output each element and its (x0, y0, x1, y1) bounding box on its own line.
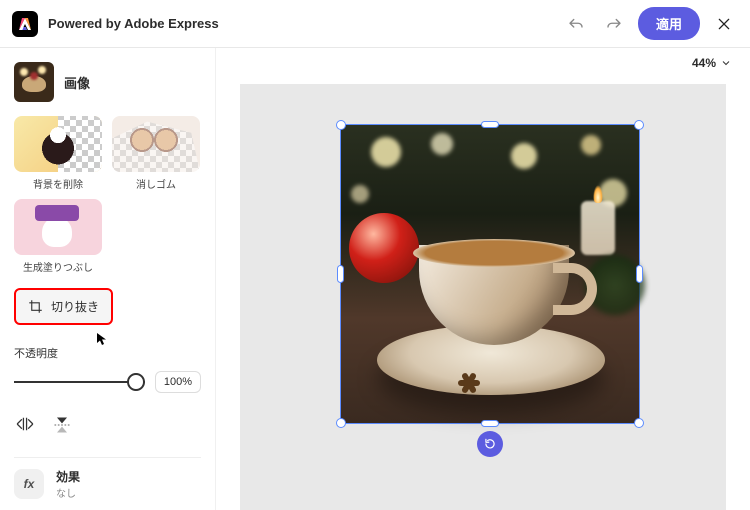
flip-vertical-icon[interactable] (52, 415, 72, 435)
tool-generative-fill[interactable]: 生成塗りつぶし (14, 199, 102, 274)
resize-handle-bottom-right[interactable] (634, 418, 644, 428)
canvas-image-content (341, 125, 639, 423)
opacity-value[interactable]: 100% (155, 371, 201, 393)
resize-handle-right[interactable] (636, 265, 643, 283)
effects-title: 効果 (56, 468, 80, 485)
resize-handle-top[interactable] (481, 121, 499, 128)
app-header: Powered by Adobe Express 適用 (0, 0, 750, 48)
tool-remove-background[interactable]: 背景を削除 (14, 116, 102, 191)
tool-row-1: 背景を削除 消しゴム (14, 116, 201, 191)
effects-subtitle: なし (56, 485, 80, 500)
opacity-label: 不透明度 (14, 345, 201, 361)
zoom-value: 44% (692, 56, 716, 70)
sidebar: 画像 背景を削除 消しゴム 生成塗りつぶし 切り抜き 不透明度 (0, 48, 216, 510)
slider-track (14, 381, 145, 383)
tool-label: 背景を削除 (14, 176, 102, 191)
crop-icon (28, 299, 43, 314)
tool-row-2: 生成塗りつぶし (14, 199, 201, 274)
crop-button[interactable]: 切り抜き (14, 288, 113, 325)
opacity-slider[interactable] (14, 373, 145, 391)
chevron-down-icon (720, 57, 732, 69)
undo-icon (567, 15, 585, 33)
generative-fill-icon (14, 199, 102, 255)
section-title: 画像 (64, 73, 90, 92)
resize-handle-bottom[interactable] (481, 420, 499, 427)
section-header: 画像 (14, 58, 201, 116)
artboard[interactable] (240, 84, 726, 510)
selected-image[interactable] (340, 124, 640, 424)
tool-eraser[interactable]: 消しゴム (112, 116, 200, 191)
reset-icon (483, 437, 497, 451)
close-button[interactable] (710, 10, 738, 38)
resize-handle-top-left[interactable] (336, 120, 346, 130)
reset-crop-button[interactable] (477, 431, 503, 457)
header-actions: 適用 (562, 7, 738, 40)
resize-handle-bottom-left[interactable] (336, 418, 346, 428)
redo-icon (605, 15, 623, 33)
remove-background-icon (14, 116, 102, 172)
opacity-section: 不透明度 100% (14, 345, 201, 393)
crop-label: 切り抜き (51, 298, 99, 315)
tool-label: 消しゴム (112, 176, 200, 191)
slider-thumb[interactable] (127, 373, 145, 391)
cursor-icon (96, 332, 108, 346)
apply-button[interactable]: 適用 (638, 7, 700, 40)
eraser-icon (112, 116, 200, 172)
tool-label: 生成塗りつぶし (14, 259, 102, 274)
undo-button[interactable] (562, 10, 590, 38)
opacity-slider-row: 100% (14, 371, 201, 393)
effects-icon: fx (14, 469, 44, 499)
effects-text: 効果 なし (56, 468, 80, 500)
resize-handle-left[interactable] (337, 265, 344, 283)
header-title: Powered by Adobe Express (48, 16, 562, 31)
flip-horizontal-icon[interactable] (14, 415, 36, 433)
toggle-row (14, 415, 201, 443)
resize-handle-top-right[interactable] (634, 120, 644, 130)
app-body: 画像 背景を削除 消しゴム 生成塗りつぶし 切り抜き 不透明度 (0, 48, 750, 510)
close-icon (716, 16, 732, 32)
image-thumbnail[interactable] (14, 62, 54, 102)
canvas-area: 44% (216, 48, 750, 510)
adobe-express-logo-icon (12, 11, 38, 37)
effects-row[interactable]: fx 効果 なし (14, 458, 201, 510)
redo-button[interactable] (600, 10, 628, 38)
zoom-control[interactable]: 44% (692, 56, 732, 70)
